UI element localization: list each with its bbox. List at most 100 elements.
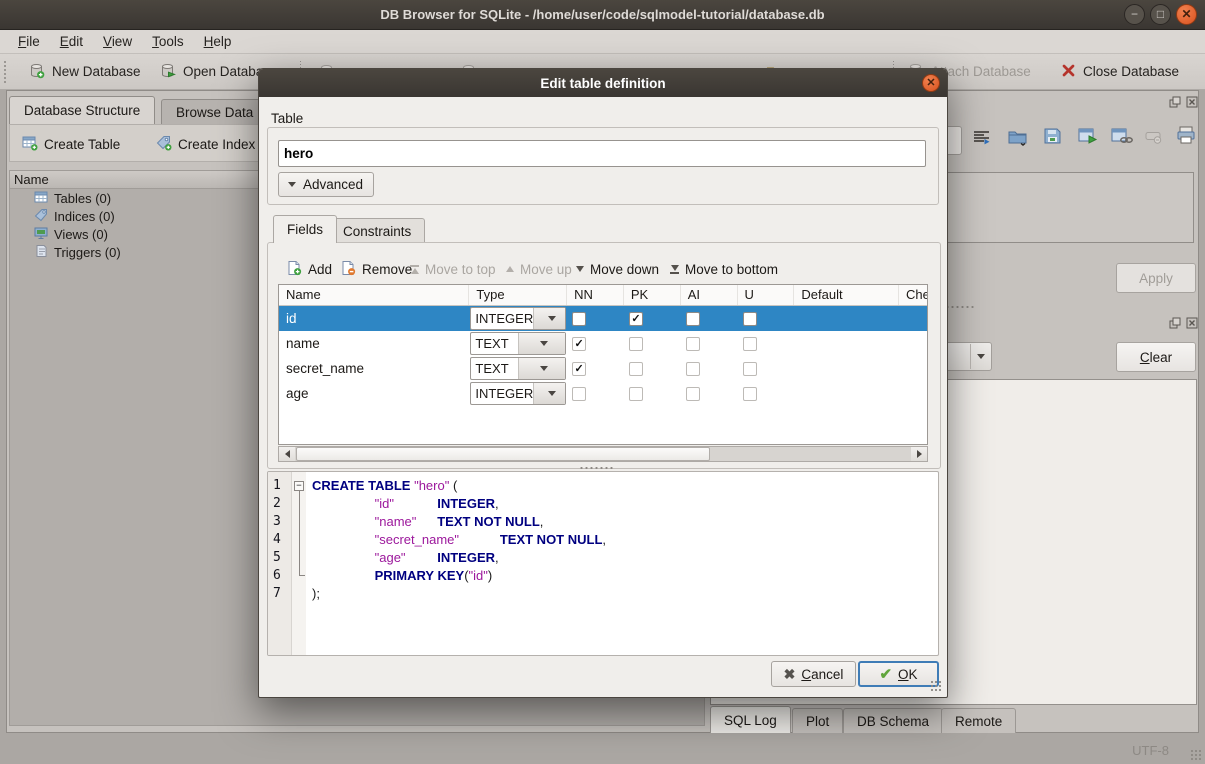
move-up-button[interactable]: Move up <box>506 257 572 281</box>
fields-table-header[interactable]: Name Type NN PK AI U Default Check <box>279 285 927 306</box>
ai-checkbox[interactable] <box>686 387 700 401</box>
apply-button[interactable]: Apply <box>1116 263 1196 293</box>
resize-grip[interactable] <box>1190 749 1202 761</box>
pk-checkbox[interactable]: ✓ <box>629 312 643 326</box>
check-cell[interactable] <box>899 331 927 356</box>
window-titlebar[interactable]: DB Browser for SQLite - /home/user/code/… <box>0 0 1205 30</box>
move-to-bottom-button[interactable]: Move to bottom <box>670 257 778 281</box>
advanced-button[interactable]: Advanced <box>278 172 374 197</box>
scroll-right-icon[interactable] <box>911 447 927 461</box>
fold-collapse-icon[interactable]: − <box>294 481 304 491</box>
remove-field-button[interactable]: Remove <box>340 257 412 281</box>
table-icon <box>34 190 48 207</box>
menu-bar: File Edit View Tools Help <box>0 30 1205 54</box>
scrollbar-thumb[interactable] <box>296 447 710 461</box>
close-database-button[interactable]: Close Database <box>1057 54 1183 89</box>
dock-float-icon[interactable] <box>1168 95 1181 108</box>
menu-help[interactable]: Help <box>194 32 242 51</box>
cell-apply-icon[interactable] <box>1078 128 1099 148</box>
default-cell[interactable] <box>794 356 899 381</box>
maximize-icon[interactable]: □ <box>1150 4 1171 25</box>
index-icon <box>34 208 48 225</box>
default-cell[interactable] <box>794 331 899 356</box>
cell-print-icon[interactable] <box>1176 126 1196 147</box>
sql-preview[interactable]: 1234567 − CREATE TABLE "hero" ( "id" INT… <box>267 471 939 656</box>
u-checkbox[interactable] <box>743 312 757 326</box>
default-cell[interactable] <box>794 306 899 331</box>
check-cell[interactable] <box>899 381 927 406</box>
ai-checkbox[interactable] <box>686 362 700 376</box>
tab-sql-log[interactable]: SQL Log <box>710 706 791 734</box>
nn-checkbox[interactable]: ✓ <box>572 337 586 351</box>
tab-remote[interactable]: Remote <box>941 708 1016 734</box>
type-combo[interactable]: TEXT <box>470 332 566 355</box>
field-row-secret-name[interactable]: secret_name TEXT ✓ <box>279 356 927 381</box>
nn-checkbox[interactable] <box>572 312 586 326</box>
tab-fields[interactable]: Fields <box>273 215 337 243</box>
ai-checkbox[interactable] <box>686 312 700 326</box>
table-name-input[interactable] <box>278 140 926 167</box>
clear-log-button[interactable]: Clear <box>1116 342 1196 372</box>
cell-null-icon[interactable] <box>1145 131 1164 147</box>
dialog-resize-grip[interactable] <box>930 680 942 692</box>
check-cell[interactable] <box>899 356 927 381</box>
close-window-icon[interactable]: ✕ <box>1176 4 1197 25</box>
type-combo[interactable]: INTEGER <box>470 307 566 330</box>
menu-tools[interactable]: Tools <box>142 32 194 51</box>
nn-checkbox[interactable]: ✓ <box>572 362 586 376</box>
tab-browse-data[interactable]: Browse Data <box>161 99 268 124</box>
remove-icon <box>340 260 356 279</box>
dialog-splitter-handle[interactable] <box>579 466 613 470</box>
dock-close-icon[interactable] <box>1185 316 1198 329</box>
sql-code-lines[interactable]: CREATE TABLE "hero" ( "id" INTEGER, "nam… <box>306 472 938 655</box>
tab-database-structure[interactable]: Database Structure <box>9 96 155 124</box>
db-browser-window: DB Browser for SQLite - /home/user/code/… <box>0 0 1205 764</box>
u-checkbox[interactable] <box>743 387 757 401</box>
scroll-left-icon[interactable] <box>279 447 295 461</box>
create-table-button[interactable]: Create Table <box>22 131 120 157</box>
pk-checkbox[interactable] <box>629 387 643 401</box>
dialog-close-icon[interactable]: ✕ <box>922 74 940 92</box>
menu-file[interactable]: File <box>8 32 50 51</box>
field-row-id[interactable]: id INTEGER ✓ <box>279 306 927 331</box>
dock-close-icon[interactable] <box>1185 95 1198 108</box>
field-row-age[interactable]: age INTEGER <box>279 381 927 406</box>
menu-edit[interactable]: Edit <box>50 32 93 51</box>
table-group-label: Table <box>271 111 303 126</box>
ok-button[interactable]: ✔ OK <box>858 661 939 687</box>
add-field-button[interactable]: Add <box>286 257 332 281</box>
ai-checkbox[interactable] <box>686 337 700 351</box>
move-to-top-button[interactable]: Move to top <box>410 257 496 281</box>
pk-checkbox[interactable] <box>629 337 643 351</box>
dock-float-icon[interactable] <box>1168 316 1181 329</box>
fields-horizontal-scrollbar[interactable] <box>278 446 928 462</box>
cell-link-icon[interactable] <box>1111 128 1133 148</box>
pk-checkbox[interactable] <box>629 362 643 376</box>
tab-db-schema[interactable]: DB Schema <box>843 708 943 734</box>
chevron-down-icon <box>533 383 565 404</box>
cell-text-mode-icon[interactable] <box>972 128 991 149</box>
window-controls: − □ ✕ <box>1124 4 1197 25</box>
toolbar-drag-handle[interactable] <box>3 60 7 84</box>
new-database-button[interactable]: New Database <box>24 54 145 89</box>
move-down-button[interactable]: Move down <box>576 257 659 281</box>
create-index-button[interactable]: Create Index <box>156 131 255 157</box>
menu-view[interactable]: View <box>93 32 142 51</box>
type-combo[interactable]: TEXT <box>470 357 566 380</box>
u-checkbox[interactable] <box>743 337 757 351</box>
dialog-titlebar[interactable]: Edit table definition ✕ <box>259 69 947 97</box>
default-cell[interactable] <box>794 381 899 406</box>
check-cell[interactable] <box>899 306 927 331</box>
field-row-name[interactable]: name TEXT ✓ <box>279 331 927 356</box>
tab-constraints[interactable]: Constraints <box>329 218 425 243</box>
nn-checkbox[interactable] <box>572 387 586 401</box>
tab-plot[interactable]: Plot <box>792 708 843 734</box>
add-icon <box>286 260 302 279</box>
cell-import-icon[interactable] <box>1007 127 1028 149</box>
minimize-icon[interactable]: − <box>1124 4 1145 25</box>
chevron-down-icon <box>518 358 566 379</box>
cell-export-icon[interactable] <box>1043 127 1062 148</box>
u-checkbox[interactable] <box>743 362 757 376</box>
cancel-button[interactable]: ✖ Cancel <box>771 661 856 687</box>
type-combo[interactable]: INTEGER <box>470 382 566 405</box>
